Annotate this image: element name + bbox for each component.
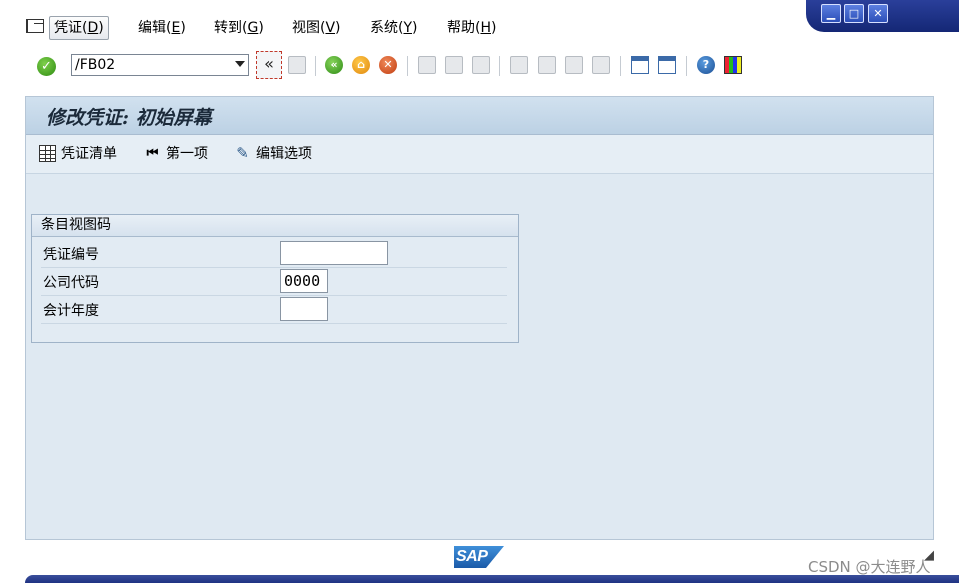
group-header: 条目视图码 (32, 215, 518, 237)
new-session-icon[interactable] (631, 56, 649, 74)
company-code-input[interactable] (280, 269, 328, 293)
last-page-icon[interactable] (592, 56, 610, 74)
group-title: 条目视图码 (41, 217, 111, 233)
help-icon[interactable]: ? (697, 56, 715, 74)
fiscal-year-input[interactable] (280, 297, 328, 321)
minimize-icon[interactable]: ▁ (821, 4, 841, 23)
pencil-icon: ✎ (236, 144, 249, 162)
cancel-icon[interactable]: ✕ (379, 56, 397, 74)
collapse-command-button[interactable]: « (256, 51, 282, 79)
table-icon (39, 145, 56, 162)
first-item-icon: ⏮ (146, 146, 159, 161)
fiscal-year-label: 会计年度 (43, 303, 99, 319)
close-icon[interactable]: ✕ (868, 4, 888, 23)
toolbar-separator (686, 56, 687, 76)
menu-system[interactable]: 系统(Y) (366, 17, 422, 39)
key-fields-group: 条目视图码 凭证编号 公司代码 会计年度 (31, 214, 519, 343)
system-menu-icon[interactable] (26, 19, 44, 33)
toolbar-separator (499, 56, 500, 76)
page-title: 修改凭证: 初始屏幕 (46, 107, 212, 129)
toolbar-separator (407, 56, 408, 76)
field-row-company-code: 公司代码 (41, 267, 507, 296)
standard-toolbar: ✓ « « ⌂ ✕ ? (0, 48, 800, 84)
find-icon[interactable] (445, 56, 463, 74)
main-panel: 修改凭证: 初始屏幕 凭证清单 ⏮ 第一项 ✎ 编辑选项 条目视图码 凭证编号 … (25, 96, 934, 540)
first-page-icon[interactable] (510, 56, 528, 74)
enter-check-icon[interactable]: ✓ (37, 57, 56, 76)
back-icon[interactable]: « (325, 56, 343, 74)
save-icon[interactable] (288, 56, 306, 74)
title-bar: 修改凭证: 初始屏幕 (26, 97, 933, 135)
menu-document[interactable]: 凭证(D) (49, 16, 109, 40)
menu-view[interactable]: 视图(V) (288, 17, 345, 39)
field-row-fiscal-year: 会计年度 (41, 295, 507, 324)
sap-logo: SAP (454, 546, 504, 568)
chevron-down-icon[interactable] (235, 61, 245, 67)
next-page-icon[interactable] (565, 56, 583, 74)
customize-layout-icon[interactable] (724, 56, 742, 74)
find-next-icon[interactable] (472, 56, 490, 74)
menu-edit[interactable]: 编辑(E) (134, 17, 190, 39)
status-bar (25, 575, 959, 583)
print-icon[interactable] (418, 56, 436, 74)
command-field[interactable] (71, 54, 249, 76)
watermark: CSDN @大连野人 (808, 558, 931, 576)
toolbar-separator (620, 56, 621, 76)
maximize-icon[interactable]: □ (844, 4, 864, 23)
window-controls: ▁ □ ✕ (806, 0, 959, 32)
command-input[interactable] (75, 56, 225, 74)
document-number-label: 凭证编号 (43, 247, 99, 263)
menu-help[interactable]: 帮助(H) (443, 17, 500, 39)
application-toolbar: 凭证清单 ⏮ 第一项 ✎ 编辑选项 (26, 135, 933, 174)
field-row-document-number: 凭证编号 (41, 239, 507, 268)
toolbar-separator (315, 56, 316, 76)
document-number-input[interactable] (280, 241, 388, 265)
shortcut-icon[interactable] (658, 56, 676, 74)
company-code-label: 公司代码 (43, 275, 99, 291)
menu-goto[interactable]: 转到(G) (210, 17, 268, 39)
exit-icon[interactable]: ⌂ (352, 56, 370, 74)
menu-bar: 凭证(D) 编辑(E) 转到(G) 视图(V) 系统(Y) 帮助(H) (0, 15, 800, 43)
previous-page-icon[interactable] (538, 56, 556, 74)
